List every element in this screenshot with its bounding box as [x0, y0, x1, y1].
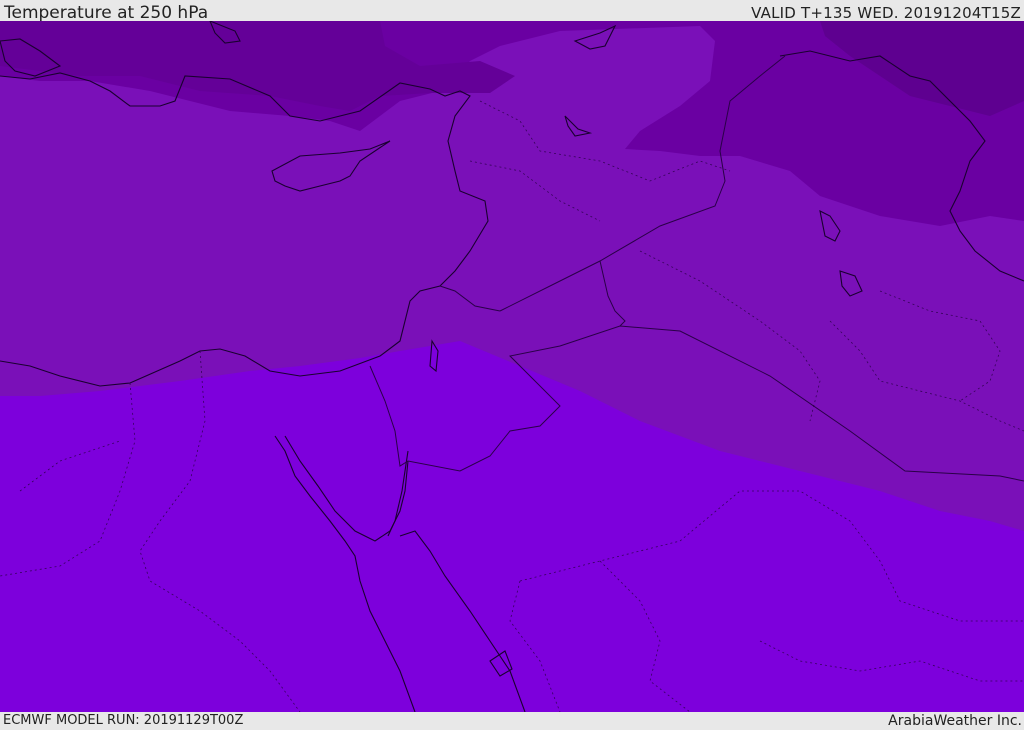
weather-map[interactable] — [0, 21, 1024, 712]
valid-time: VALID T+135 WED. 20191204T15Z — [751, 4, 1021, 22]
credit-label: ArabiaWeather Inc. — [888, 713, 1022, 729]
map-title: Temperature at 250 hPa — [4, 3, 209, 23]
model-run-label: ECMWF MODEL RUN: 20191129T00Z — [3, 713, 244, 728]
header-bar: Temperature at 250 hPa VALID T+135 WED. … — [0, 0, 1024, 23]
footer-bar: ECMWF MODEL RUN: 20191129T00Z ArabiaWeat… — [0, 712, 1024, 729]
map-canvas — [0, 21, 1024, 712]
